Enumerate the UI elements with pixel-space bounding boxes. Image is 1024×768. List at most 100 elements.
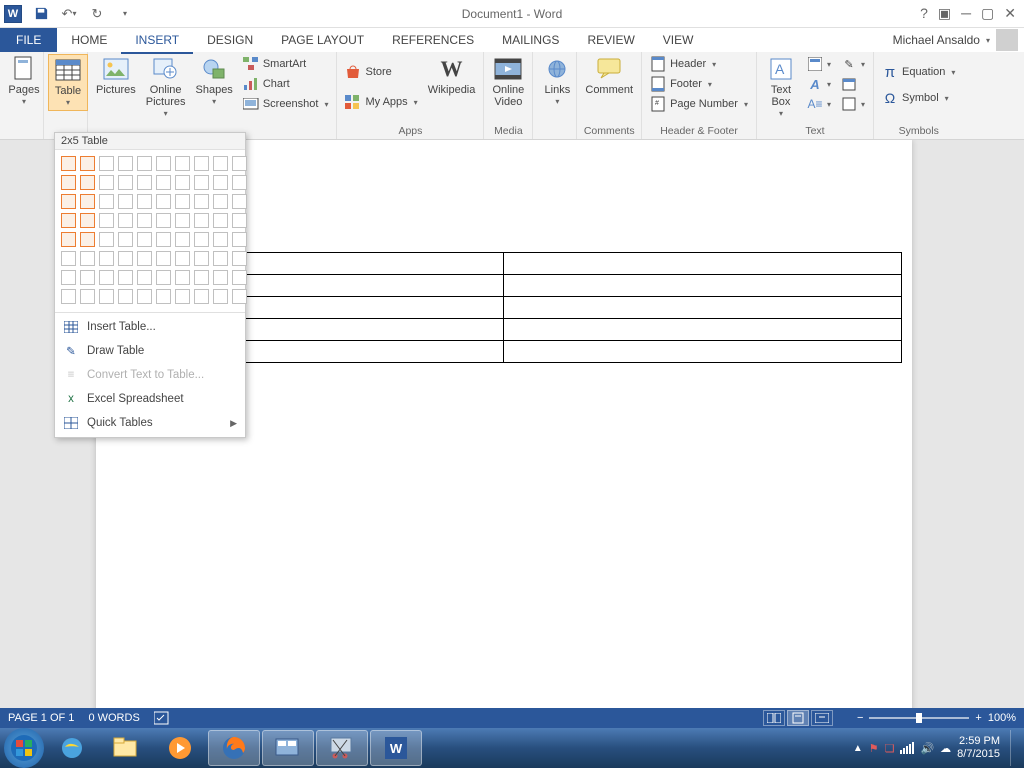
word-count[interactable]: 0 WORDS [88,712,139,724]
tab-insert[interactable]: INSERT [121,28,193,54]
read-mode-button[interactable] [763,710,785,726]
table-grid-cell[interactable] [213,251,228,266]
table-grid-cell[interactable] [213,232,228,247]
table-grid-cell[interactable] [61,270,76,285]
wordart-button[interactable]: A▾ [803,74,835,94]
table-grid-cell[interactable] [175,251,190,266]
zoom-in-button[interactable]: + [975,712,981,724]
undo-button[interactable]: ↶▾ [60,5,78,23]
smartart-button[interactable]: SmartArt [239,54,333,74]
table-size-grid[interactable] [55,150,245,312]
table-grid-cell[interactable] [99,289,114,304]
table-grid-cell[interactable] [194,251,209,266]
help-button[interactable]: ? [920,5,928,22]
table-grid-cell[interactable] [80,213,95,228]
myapps-button[interactable]: My Apps [341,92,421,112]
firefox-taskbar-button[interactable] [208,730,260,766]
quickparts-button[interactable]: ▾ [803,54,835,74]
table-grid-cell[interactable] [80,232,95,247]
snipping-taskbar-button[interactable] [316,730,368,766]
table-grid-cell[interactable] [99,270,114,285]
tab-view[interactable]: VIEW [649,28,708,52]
tab-file[interactable]: FILE [0,28,57,52]
tab-home[interactable]: HOME [57,28,121,52]
symbol-button[interactable]: ΩSymbol [878,88,959,108]
table-grid-cell[interactable] [118,175,133,190]
table-grid-cell[interactable] [61,213,76,228]
table-grid-cell[interactable] [137,175,152,190]
tray-icon[interactable]: ❏ [885,742,895,755]
table-grid-cell[interactable] [118,156,133,171]
table-grid-cell[interactable] [175,175,190,190]
table-grid-cell[interactable] [99,156,114,171]
show-hidden-icons-button[interactable]: ▲ [853,743,863,754]
pagenumber-button[interactable]: #Page Number [646,94,752,114]
table-grid-cell[interactable] [232,156,247,171]
ribbon-toggle-button[interactable]: ▣ [938,5,951,22]
web-layout-button[interactable] [811,710,833,726]
table-grid-cell[interactable] [80,175,95,190]
table-grid-cell[interactable] [61,194,76,209]
table-grid-cell[interactable] [175,289,190,304]
tab-pagelayout[interactable]: PAGE LAYOUT [267,28,378,52]
links-button[interactable]: Links▾ [537,54,577,109]
table-grid-cell[interactable] [213,289,228,304]
account-display[interactable]: Michael Ansaldo ▾ [893,28,1024,52]
table-grid-cell[interactable] [232,213,247,228]
table-grid-cell[interactable] [99,175,114,190]
table-grid-cell[interactable] [61,175,76,190]
table-grid-cell[interactable] [156,194,171,209]
tray-icon[interactable]: ⚑ [869,742,879,755]
table-grid-cell[interactable] [99,194,114,209]
table-grid-cell[interactable] [80,194,95,209]
table-grid-cell[interactable] [156,213,171,228]
shapes-button[interactable]: Shapes▾ [192,54,237,109]
zoom-slider[interactable] [869,717,969,719]
redo-button[interactable]: ↻ [88,5,106,23]
table-grid-cell[interactable] [156,175,171,190]
online-video-button[interactable]: Online Video [488,54,528,110]
save-button[interactable] [32,5,50,23]
table-grid-cell[interactable] [232,232,247,247]
chart-button[interactable]: Chart [239,74,333,94]
app-taskbar-button[interactable] [262,730,314,766]
quick-tables-menuitem[interactable]: Quick Tables▶ [55,411,245,435]
table-grid-cell[interactable] [175,213,190,228]
zoom-level[interactable]: 100% [988,712,1016,724]
table-grid-cell[interactable] [118,232,133,247]
table-grid-cell[interactable] [137,194,152,209]
print-layout-button[interactable] [787,710,809,726]
wikipedia-button[interactable]: W Wikipedia [424,54,480,98]
dropcap-button[interactable]: A≡▾ [803,94,835,114]
table-grid-cell[interactable] [232,194,247,209]
datetime-button[interactable] [837,74,869,94]
table-grid-cell[interactable] [175,156,190,171]
tab-mailings[interactable]: MAILINGS [488,28,573,52]
table-grid-cell[interactable] [213,213,228,228]
signature-button[interactable]: ✎▾ [837,54,869,74]
table-grid-cell[interactable] [80,289,95,304]
table-grid-cell[interactable] [118,270,133,285]
network-icon[interactable] [900,742,914,754]
table-grid-cell[interactable] [99,232,114,247]
table-grid-cell[interactable] [194,270,209,285]
table-grid-cell[interactable] [232,289,247,304]
table-grid-cell[interactable] [156,156,171,171]
table-grid-cell[interactable] [137,270,152,285]
textbox-button[interactable]: A Text Box▾ [761,54,801,121]
table-grid-cell[interactable] [232,251,247,266]
mediaplayer-taskbar-button[interactable] [154,730,206,766]
table-grid-cell[interactable] [61,251,76,266]
pages-button[interactable]: Pages▾ [4,54,44,109]
online-pictures-button[interactable]: Online Pictures▾ [142,54,190,121]
table-grid-cell[interactable] [156,270,171,285]
table-grid-cell[interactable] [61,232,76,247]
draw-table-menuitem[interactable]: ✎Draw Table [55,339,245,363]
table-grid-cell[interactable] [175,270,190,285]
table-grid-cell[interactable] [99,213,114,228]
table-grid-cell[interactable] [194,194,209,209]
object-button[interactable]: ▾ [837,94,869,114]
clock[interactable]: 2:59 PM 8/7/2015 [957,735,1000,761]
table-grid-cell[interactable] [61,289,76,304]
page-indicator[interactable]: PAGE 1 OF 1 [8,712,74,724]
